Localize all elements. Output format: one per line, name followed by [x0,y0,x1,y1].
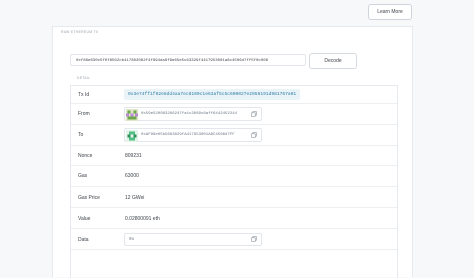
nonce-value: 809231 [125,153,142,159]
row-label: To [78,132,84,138]
detail-row-value: Value 0.02800091 eth [71,208,397,229]
identicon-icon [126,109,138,121]
data-text: 0x [129,237,135,242]
decode-button[interactable]: Decode [309,53,357,69]
value-value: 0.02800091 eth [125,216,160,222]
detail-row-gas-price: Gas Price 12 GWei [71,187,397,208]
detail-row-to: To 0xAF99e05b5663029fA417953001A8C4506d7… [71,125,397,146]
txid-value[interactable]: 0x3e74ff1f02e8dd4aa7ec8109c1e63af5c5c600… [124,89,301,100]
row-label: From [78,111,90,117]
row-label: Nonce [78,153,93,159]
gas-price-value: 12 GWei [125,195,145,201]
copy-icon[interactable] [251,236,257,242]
row-label: Value [78,216,91,222]
copy-icon[interactable] [251,132,257,138]
row-label: Tx Id [78,92,90,98]
card-title: RAW ETHEREUM TX [61,30,99,34]
data-field[interactable]: 0x [124,233,262,246]
detail-row-nonce: Nonce 809231 [71,146,397,166]
learn-more-button[interactable]: Learn More [368,4,412,20]
detail-row-gas: Gas 63000 [71,166,397,187]
from-address-field[interactable]: 0x59e520083266247fa1c3089c6aff6442452244 [124,107,262,121]
row-label: Gas Price [78,195,100,201]
row-label: Gas [78,173,88,179]
detail-label: DETAIL [77,76,91,80]
identicon-icon [126,130,138,142]
to-address-field[interactable]: 0xAF99e05b5663029fA417953001A8C4506d7FF [124,128,262,142]
detail-table: Tx Id 0x3e74ff1f02e8dd4aa7ec8109c1e63af5… [70,85,398,278]
to-address-text: 0xAF99e05b5663029fA417953001A8C4506d7FF [141,133,235,137]
raw-tx-input[interactable]: 0xf86e830c5f0f8502cb417802082f4f894da9f9… [70,54,306,66]
detail-row-txid: Tx Id 0x3e74ff1f02e8dd4aa7ec8109c1e63af5… [71,86,397,104]
detail-row-data: Data 0x [71,229,397,250]
from-address-text: 0x59e520083266247fa1c3089c6aff6442452244 [141,112,238,116]
copy-icon[interactable] [251,111,257,117]
row-label: Data [78,237,89,243]
raw-tx-card: RAW ETHEREUM TX 0xf86e830c5f0f8502cb4178… [52,26,413,278]
gas-value: 63000 [125,173,139,179]
detail-row-from: From 0x59e520083266247fa1c3089c6aff64424… [71,104,397,125]
